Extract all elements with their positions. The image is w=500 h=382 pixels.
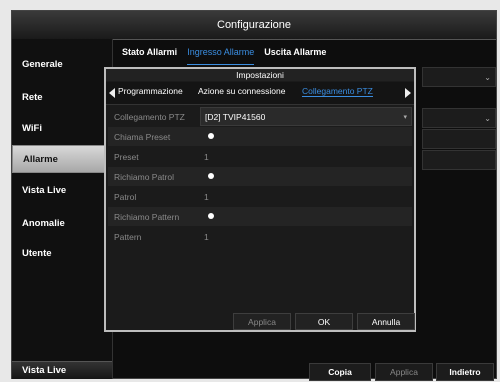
row-chiama-preset: Chiama Preset (108, 127, 412, 146)
sidebar-item-utente[interactable]: Utente (12, 239, 112, 267)
pattern-label: Pattern (114, 231, 142, 242)
chevron-down-icon: ▾ (403, 114, 407, 121)
background-row-4 (422, 150, 496, 170)
row-richiamo-pattern: Richiamo Pattern (108, 207, 412, 226)
tab-scroll-left-icon[interactable] (109, 88, 115, 98)
call-patrol-label: Richiamo Patrol (114, 171, 174, 182)
row-richiamo-patrol: Richiamo Patrol (108, 167, 412, 186)
tab-azione-su-connessione[interactable]: Azione su connessione (198, 86, 285, 96)
tab-ingresso-allarme[interactable]: Ingresso Allarme (187, 47, 255, 65)
background-dropdown-2[interactable]: ⌄ (422, 108, 496, 128)
call-pattern-label: Richiamo Pattern (114, 211, 180, 222)
settings-dialog: Impostazioni Programmazione Azione su co… (104, 67, 416, 332)
tab-uscita-allarme[interactable]: Uscita Allarme (264, 47, 326, 65)
ptz-link-label: Collegamento PTZ (114, 111, 185, 122)
pattern-value[interactable]: 1 (204, 232, 209, 242)
tab-programmazione[interactable]: Programmazione (118, 86, 183, 96)
dialog-ok-button[interactable]: OK (295, 313, 353, 330)
sidebar-item-allarme[interactable]: Allarme (12, 145, 112, 173)
tab-collegamento-ptz[interactable]: Collegamento PTZ (302, 86, 373, 97)
background-dropdown-1[interactable]: ⌄ (422, 67, 496, 87)
sidebar-item-generale[interactable]: Generale (12, 50, 112, 78)
dialog-cancel-button[interactable]: Annulla (357, 313, 415, 330)
row-preset: Preset 1 (108, 147, 412, 166)
sidebar-item-vista-live[interactable]: Vista Live (12, 176, 112, 204)
call-pattern-checkbox[interactable] (208, 213, 214, 219)
sidebar-item-wifi[interactable]: WiFi (12, 114, 112, 142)
ptz-link-select[interactable]: [D2] TVIP41560 ▾ (200, 107, 412, 126)
back-button[interactable]: Indietro (436, 363, 494, 381)
window-title: Configurazione (12, 11, 496, 40)
sidebar-item-rete[interactable]: Rete (12, 83, 112, 111)
sidebar-vista-live-button[interactable]: Vista Live (12, 361, 112, 379)
preset-value[interactable]: 1 (204, 152, 209, 162)
call-preset-label: Chiama Preset (114, 131, 171, 142)
background-row-3 (422, 129, 496, 149)
apply-button[interactable]: Applica (375, 363, 433, 381)
row-pattern: Pattern 1 (108, 227, 412, 246)
sidebar-item-anomalie[interactable]: Anomalie (12, 209, 112, 237)
row-patrol: Patrol 1 (108, 187, 412, 206)
call-preset-checkbox[interactable] (208, 133, 214, 139)
ptz-link-value: [D2] TVIP41560 (205, 112, 266, 122)
copy-button[interactable]: Copia (309, 363, 371, 381)
preset-label: Preset (114, 151, 139, 162)
dialog-title: Impostazioni (106, 69, 414, 81)
chevron-down-icon: ⌄ (484, 72, 491, 82)
alarm-tabs: Stato Allarmi Ingresso Allarme Uscita Al… (122, 47, 326, 65)
chevron-down-icon: ⌄ (484, 113, 491, 123)
row-collegamento-ptz: Collegamento PTZ [D2] TVIP41560 ▾ (108, 107, 412, 126)
sidebar: Generale Rete WiFi Allarme Vista Live An… (12, 39, 113, 379)
call-patrol-checkbox[interactable] (208, 173, 214, 179)
dialog-tabs: Programmazione Azione su connessione Col… (106, 82, 414, 105)
dialog-apply-button[interactable]: Applica (233, 313, 291, 330)
patrol-value[interactable]: 1 (204, 192, 209, 202)
patrol-label: Patrol (114, 191, 137, 202)
tab-scroll-right-icon[interactable] (405, 88, 411, 98)
tab-stato-allarmi[interactable]: Stato Allarmi (122, 47, 177, 65)
